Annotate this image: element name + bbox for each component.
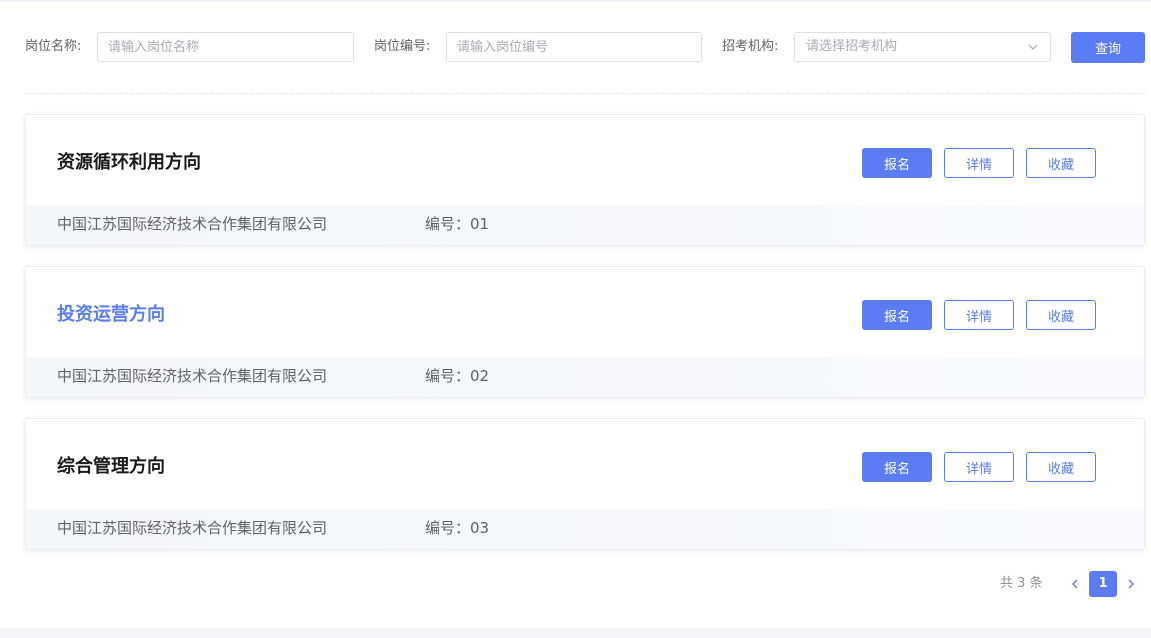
detail-button[interactable]: 详情: [944, 452, 1014, 482]
detail-button[interactable]: 详情: [944, 148, 1014, 178]
chevron-down-icon: [1028, 44, 1038, 50]
favorite-button[interactable]: 收藏: [1026, 148, 1096, 178]
top-divider: [0, 0, 1151, 1]
filter-divider: [25, 93, 1145, 94]
institution-label: 招考机构:: [722, 39, 779, 54]
filter-bar: 岗位名称: 岗位编号: 招考机构: 请选择招考机构 查询: [25, 32, 1145, 63]
chevron-left-icon: [1072, 579, 1078, 589]
job-code: 编号：03: [425, 519, 490, 537]
job-card: 投资运营方向 报名 详情 收藏 中国江苏国际经济技术合作集团有限公司 编号：02: [25, 266, 1145, 398]
job-card: 资源循环利用方向 报名 详情 收藏 中国江苏国际经济技术合作集团有限公司 编号：…: [25, 114, 1145, 246]
job-card: 综合管理方向 报名 详情 收藏 中国江苏国际经济技术合作集团有限公司 编号：03: [25, 418, 1145, 550]
favorite-button[interactable]: 收藏: [1026, 300, 1096, 330]
favorite-button[interactable]: 收藏: [1026, 452, 1096, 482]
bottom-band: [0, 628, 1151, 638]
job-title[interactable]: 综合管理方向: [57, 452, 165, 478]
apply-button[interactable]: 报名: [862, 452, 932, 482]
job-organization: 中国江苏国际经济技术合作集团有限公司: [57, 367, 328, 385]
prev-page-button[interactable]: [1067, 571, 1083, 597]
job-organization: 中国江苏国际经济技术合作集团有限公司: [57, 519, 328, 537]
job-card-footer: 中国江苏国际经济技术合作集团有限公司 编号：02: [26, 357, 1144, 397]
position-name-input[interactable]: [97, 32, 354, 62]
job-title[interactable]: 投资运营方向: [57, 300, 165, 326]
apply-button[interactable]: 报名: [862, 148, 932, 178]
apply-button[interactable]: 报名: [862, 300, 932, 330]
job-organization: 中国江苏国际经济技术合作集团有限公司: [57, 215, 328, 233]
job-card-footer: 中国江苏国际经济技术合作集团有限公司 编号：03: [26, 509, 1144, 549]
job-title[interactable]: 资源循环利用方向: [57, 148, 201, 174]
job-code: 编号：02: [425, 367, 490, 385]
job-code: 编号：01: [425, 215, 490, 233]
position-code-input[interactable]: [446, 32, 702, 62]
job-card-footer: 中国江苏国际经济技术合作集团有限公司 编号：01: [26, 205, 1144, 245]
next-page-button[interactable]: [1123, 571, 1139, 597]
institution-select[interactable]: 请选择招考机构: [794, 32, 1051, 62]
total-count: 共 3 条: [1000, 576, 1043, 591]
query-button[interactable]: 查询: [1071, 32, 1145, 63]
page-number-current[interactable]: 1: [1089, 571, 1117, 597]
position-code-label: 岗位编号:: [374, 39, 431, 54]
pagination: 共 3 条 1: [1000, 571, 1145, 597]
detail-button[interactable]: 详情: [944, 300, 1014, 330]
institution-select-placeholder: 请选择招考机构: [806, 39, 898, 54]
position-name-label: 岗位名称:: [25, 39, 82, 54]
chevron-right-icon: [1128, 579, 1134, 589]
